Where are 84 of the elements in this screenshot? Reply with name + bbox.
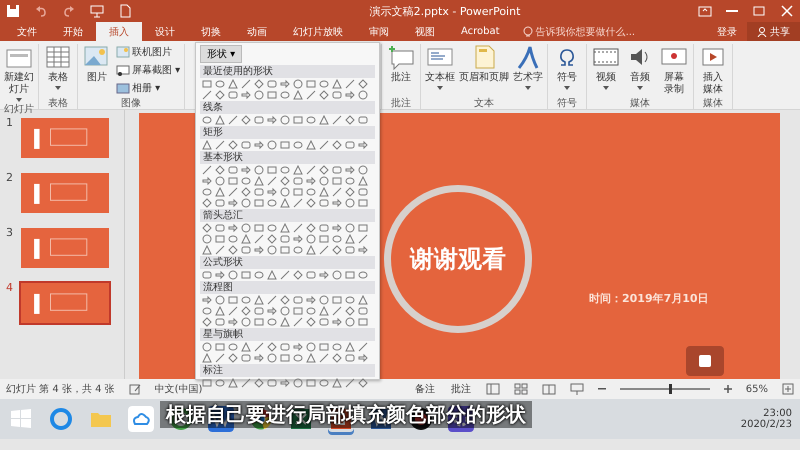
- cloud-icon[interactable]: [128, 406, 154, 432]
- group-label: 图像: [121, 97, 142, 109]
- group-label: 媒体: [630, 97, 650, 109]
- group-label: 表格: [48, 96, 68, 109]
- ribbon-tab[interactable]: 审阅: [356, 22, 402, 41]
- ribbon-button[interactable]: 图片: [81, 44, 113, 96]
- ribbon-tab[interactable]: 开始: [50, 22, 96, 41]
- slide-number: 4: [6, 281, 14, 294]
- group-label: 符号: [557, 97, 578, 109]
- window-title: 演示文稿2.pptx - PowerPoint: [368, 4, 522, 18]
- document-icon: [118, 4, 132, 18]
- slide-sorter-icon: [514, 383, 528, 395]
- slide-thumbnail[interactable]: [19, 281, 111, 325]
- ribbon-tab[interactable]: 幻灯片放映: [280, 22, 356, 41]
- clock-time: 23:00: [763, 408, 792, 419]
- screen-icon: [116, 64, 130, 76]
- comment-icon: [386, 44, 416, 70]
- group-label: 媒体: [703, 97, 724, 109]
- ribbon-button[interactable]: 艺术字: [512, 44, 544, 96]
- ribbon-tab[interactable]: 切换: [188, 22, 234, 41]
- comments-button[interactable]: 批注: [450, 381, 472, 397]
- redo-icon: [62, 4, 76, 18]
- slider-thumb[interactable]: [669, 384, 672, 394]
- zoom-level: 65%: [746, 384, 768, 394]
- picture-icon: [116, 46, 130, 58]
- slide-title: 谢谢观看: [410, 244, 506, 275]
- share-button[interactable]: 共享: [747, 22, 800, 41]
- normal-view-icon: [486, 383, 500, 395]
- gallery-section-title: 流程图: [200, 281, 375, 294]
- ribbon-button[interactable]: 联机图片: [115, 44, 182, 60]
- sign-in-link[interactable]: 登录: [707, 22, 747, 41]
- notes-button[interactable]: 备注: [414, 381, 436, 397]
- gallery-section-title: 线条: [200, 101, 375, 114]
- tell-me-field[interactable]: 告诉我你想要做什么...: [522, 22, 707, 41]
- slideshow-icon: [570, 383, 584, 395]
- gallery-section-title: 矩形: [200, 126, 375, 139]
- ribbon-tab[interactable]: 视图: [402, 22, 448, 41]
- ribbon-tab[interactable]: 文件: [4, 22, 50, 41]
- group-label: 批注: [391, 96, 412, 109]
- reading-view-icon: [542, 383, 556, 395]
- ribbon-button[interactable]: 批注: [385, 44, 418, 96]
- group-label: 文本: [474, 96, 494, 109]
- slide-number: 2: [6, 171, 14, 184]
- gallery-section-title: 箭头总汇: [200, 209, 375, 222]
- ribbon-button[interactable]: 视频: [590, 44, 622, 96]
- gallery-section-title: 公式形状: [200, 256, 375, 269]
- gallery-section-title: 基本形状: [200, 151, 375, 164]
- ribbon-button[interactable]: 相册 ▾: [115, 80, 182, 96]
- presentation-icon: [90, 4, 104, 18]
- ribbon-button[interactable]: 页眉和页脚: [458, 44, 510, 96]
- ribbon-button[interactable]: 新建幻灯片: [3, 44, 35, 102]
- ribbon-button[interactable]: 符号: [551, 44, 584, 96]
- shapes-button[interactable]: 形状 ▾: [200, 45, 242, 63]
- slide-number: 1: [6, 116, 14, 129]
- fit-slide-icon: [782, 383, 794, 395]
- album-icon: [116, 82, 130, 94]
- language-label: 中文(中国): [154, 382, 202, 396]
- ribbon-button[interactable]: 屏幕录制: [658, 44, 690, 96]
- ribbon-tab[interactable]: 动画: [234, 22, 280, 41]
- slide-count: 幻灯片 第 4 张，共 4 张: [6, 382, 115, 396]
- gallery-section-title: 星与旗帜: [200, 328, 375, 341]
- maximize-icon: [752, 4, 766, 18]
- person-icon: [757, 26, 767, 36]
- ribbon-button[interactable]: 文本框: [424, 44, 456, 96]
- lightbulb-icon: [522, 26, 533, 38]
- zoom-in-icon[interactable]: [724, 385, 732, 393]
- slide-date: 时间：2019年7月10日: [589, 291, 709, 306]
- ribbon-tab[interactable]: 设计: [142, 22, 188, 41]
- ribbon-tab[interactable]: 插入: [96, 22, 142, 41]
- undo-icon: [34, 4, 48, 18]
- ribbon-button[interactable]: 音频: [624, 44, 656, 96]
- group-label: 幻灯片: [4, 102, 34, 115]
- save-icon: [6, 4, 20, 18]
- close-icon: [780, 4, 794, 18]
- ribbon-button[interactable]: 插入媒体: [697, 44, 730, 96]
- gallery-section-title: 最近使用的形状: [200, 65, 375, 78]
- ribbon-button[interactable]: 表格: [42, 44, 74, 96]
- slide-number: 3: [6, 226, 14, 239]
- clock-date: 2020/2/23: [740, 419, 792, 430]
- ribbon-button[interactable]: 屏幕截图 ▾: [115, 62, 182, 78]
- gallery-section-title: 标注: [200, 364, 375, 377]
- notes-icon: [128, 383, 141, 395]
- ribbon-tab[interactable]: Acrobat: [448, 22, 513, 41]
- restore-ribbon-icon: [698, 4, 712, 18]
